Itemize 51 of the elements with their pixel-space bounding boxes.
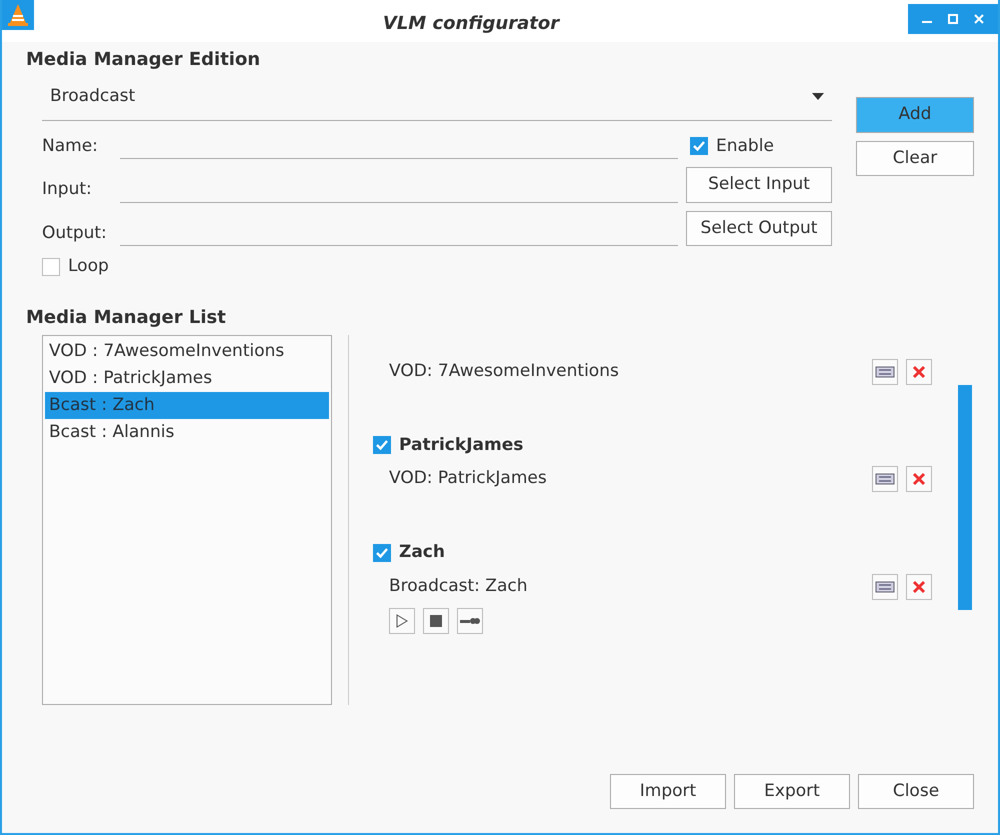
delete-button[interactable] (906, 574, 932, 600)
list-item[interactable]: Bcast : Zach (45, 392, 329, 418)
entry-name: Zach (399, 541, 445, 564)
checkbox[interactable] (373, 436, 391, 454)
field-label: Input: (42, 178, 93, 201)
section-heading: Media Manager List (26, 306, 227, 330)
type-dropdown[interactable]: Broadcast (42, 81, 832, 121)
delete-icon (911, 364, 927, 380)
schedule-button[interactable] (872, 358, 898, 384)
list-item[interactable]: VOD : 7AwesomeInventions (45, 338, 329, 364)
checkbox-label: Enable (716, 134, 774, 158)
play-icon (396, 614, 408, 628)
schedule-button[interactable] (872, 466, 898, 492)
seek-button[interactable] (457, 608, 483, 634)
checkbox[interactable] (690, 137, 708, 156)
dialog-button[interactable]: Close (858, 774, 974, 809)
dialog-button[interactable]: Export (734, 774, 850, 809)
add-button[interactable]: Add (856, 97, 974, 132)
stop-icon (429, 614, 443, 628)
caret-icon (812, 93, 824, 100)
play-button[interactable] (389, 608, 415, 634)
select-output-button[interactable]: Select Output (686, 210, 832, 246)
close-icon[interactable] (974, 14, 984, 24)
entry-description: VOD: 7AwesomeInventions (388, 360, 620, 383)
entry-description: VOD: PatrickJames (388, 467, 548, 490)
maximize-icon[interactable] (948, 14, 958, 24)
field-label: Output: (42, 222, 108, 244)
field-label: Name: (42, 134, 99, 158)
checkbox[interactable] (42, 258, 60, 276)
keyboard-icon (875, 472, 895, 486)
delete-icon (911, 578, 927, 594)
list-item[interactable]: VOD : PatrickJames (45, 364, 329, 392)
delete-button[interactable] (906, 358, 932, 384)
select-input-button[interactable]: Select Input (686, 167, 832, 202)
dropdown-value: Broadcast (49, 84, 136, 108)
section-heading: Media Manager Edition (26, 48, 262, 72)
clear-button[interactable]: Clear (856, 140, 974, 176)
checkbox[interactable] (373, 544, 391, 562)
delete-icon (911, 471, 927, 487)
delete-button[interactable] (906, 466, 932, 492)
entry-name: PatrickJames (399, 434, 524, 456)
dialog-button[interactable]: Import (610, 774, 726, 809)
slider-icon (460, 616, 480, 626)
schedule-button[interactable] (872, 574, 898, 600)
stop-button[interactable] (423, 608, 449, 634)
keyboard-icon (875, 580, 895, 594)
window-title: VLM configurator (382, 12, 561, 36)
keyboard-icon (875, 364, 895, 378)
list-item[interactable]: Bcast : Alannis (45, 418, 329, 446)
entry-description: Broadcast: Zach (388, 574, 528, 598)
checkbox-label: Loop (68, 255, 109, 278)
